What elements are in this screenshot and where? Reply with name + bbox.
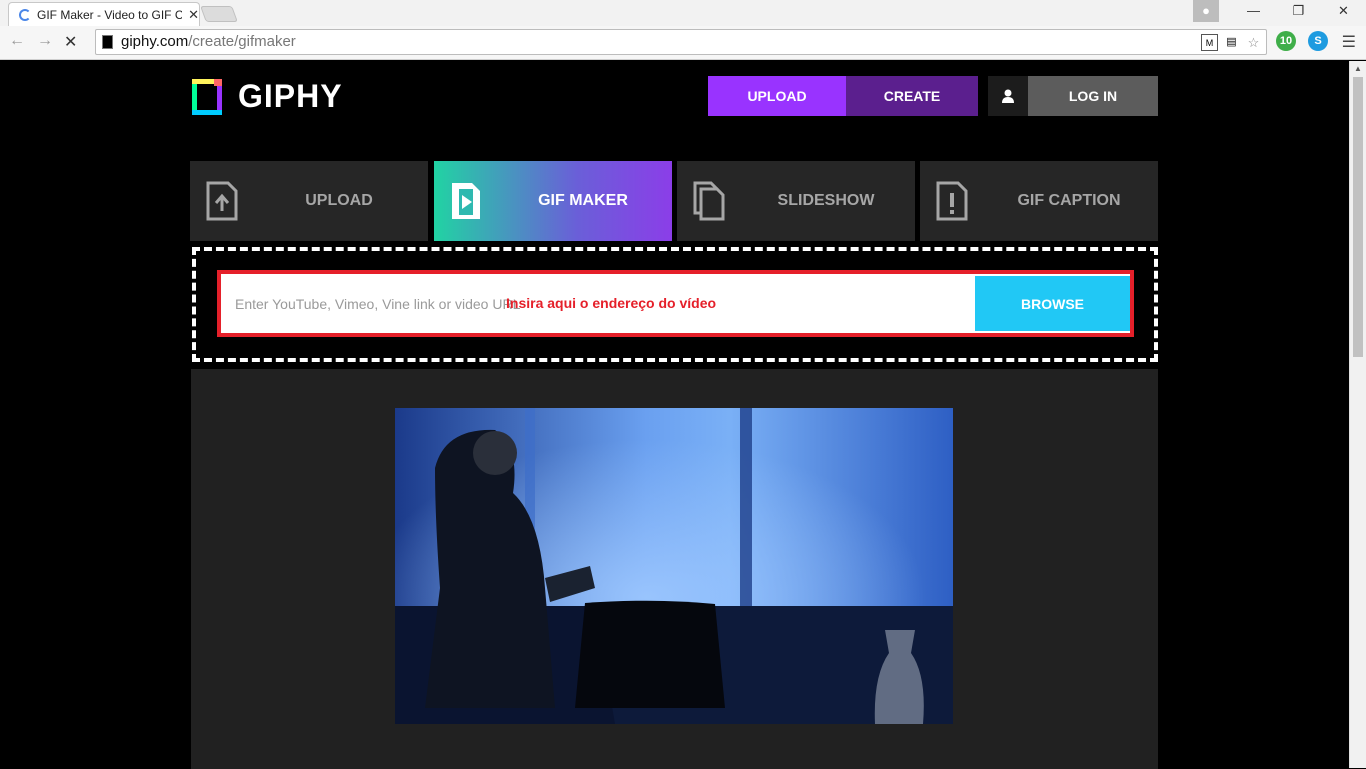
video-url-input[interactable] — [225, 278, 975, 329]
page-scrollbar[interactable]: ▲ — [1349, 61, 1366, 768]
tab-gif-maker-label: GIF MAKER — [538, 192, 628, 209]
back-arrow-icon[interactable]: ← — [9, 32, 25, 50]
scroll-up-icon[interactable]: ▲ — [1354, 64, 1362, 73]
tab-close-icon[interactable]: ✕ — [188, 7, 199, 23]
scrollbar-thumb[interactable] — [1353, 77, 1363, 357]
profile-icon[interactable]: ● — [1193, 0, 1219, 22]
giphy-logo-icon — [192, 78, 222, 115]
grammarly-extension-icon[interactable]: 10 — [1276, 31, 1296, 51]
page-info-icon[interactable] — [102, 35, 113, 49]
forward-arrow-icon[interactable]: → — [37, 32, 53, 50]
restore-icon[interactable]: ❐ — [1276, 0, 1321, 22]
window-controls: ● — ❐ ✕ — [1193, 0, 1366, 22]
close-window-icon[interactable]: ✕ — [1321, 0, 1366, 22]
caption-file-icon — [936, 181, 968, 221]
address-url: giphy.com/create/gifmaker — [121, 33, 296, 50]
browser-tab[interactable]: GIF Maker - Video to GIF C ✕ — [8, 2, 200, 26]
video-preview — [395, 408, 953, 724]
minimize-icon[interactable]: — — [1231, 0, 1276, 22]
header-upload-button[interactable]: UPLOAD — [708, 76, 846, 116]
chrome-menu-icon[interactable]: ☰ — [1342, 32, 1356, 52]
tab-slideshow[interactable]: SLIDESHOW — [677, 161, 915, 241]
tab-gif-maker[interactable]: GIF MAKER — [434, 161, 672, 241]
browse-button[interactable]: BROWSE — [975, 276, 1130, 331]
bookmark-star-icon[interactable]: ☆ — [1245, 34, 1262, 51]
browser-tabstrip: GIF Maker - Video to GIF C ✕ ● — ❐ ✕ — [0, 0, 1366, 26]
file-upload-icon — [206, 181, 238, 221]
login-button[interactable]: LOG IN — [1028, 76, 1158, 116]
loading-spinner-icon — [19, 8, 31, 21]
tab-upload-label: UPLOAD — [305, 192, 373, 209]
preview-stage — [191, 369, 1158, 769]
giphy-logo[interactable]: GIPHY — [192, 78, 343, 115]
address-bar[interactable]: giphy.com/create/gifmaker M ▤ ☆ — [95, 29, 1267, 55]
tab-gif-caption-label: GIF CAPTION — [1017, 192, 1121, 209]
stacked-files-icon — [693, 181, 725, 221]
skype-extension-icon[interactable]: S — [1308, 31, 1328, 51]
create-mode-tabs: UPLOAD GIF MAKER SLIDESHOW GIF CAPTION — [190, 161, 1158, 241]
user-icon[interactable] — [988, 76, 1028, 116]
translate-icon[interactable]: ▤ — [1223, 34, 1240, 51]
giphy-wordmark: GIPHY — [238, 78, 343, 114]
tab-upload[interactable]: UPLOAD — [190, 161, 428, 241]
new-tab-button[interactable] — [200, 6, 238, 22]
url-entry-highlight: Insira aqui o endereço do vídeo BROWSE — [217, 270, 1134, 337]
shield-extension-icon[interactable]: M — [1201, 34, 1218, 51]
page-content: GIPHY UPLOAD CREATE LOG IN UPLOAD GIF MA… — [0, 61, 1366, 769]
header-create-button[interactable]: CREATE — [846, 76, 978, 116]
browser-toolbar: ← → ✕ giphy.com/create/gifmaker M ▤ ☆ 10… — [0, 26, 1366, 60]
tab-slideshow-label: SLIDESHOW — [777, 192, 875, 209]
stop-loading-icon[interactable]: ✕ — [64, 32, 77, 52]
film-file-icon — [452, 183, 480, 219]
tab-gif-caption[interactable]: GIF CAPTION — [920, 161, 1158, 241]
browser-tab-title: GIF Maker - Video to GIF C — [37, 7, 183, 22]
